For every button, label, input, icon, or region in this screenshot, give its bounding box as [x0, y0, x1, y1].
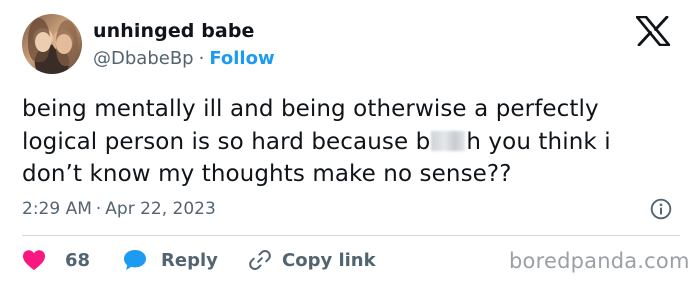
tweet-date: Apr 22, 2023: [105, 199, 216, 219]
author-display-name[interactable]: unhinged babe: [93, 20, 255, 42]
like-button[interactable]: 68: [22, 245, 90, 275]
divider: [22, 235, 680, 236]
tweet-timestamp[interactable]: 2:29 AM · Apr 22, 2023: [22, 199, 216, 219]
copy-link-label: Copy link: [282, 249, 376, 271]
follow-button[interactable]: Follow: [209, 48, 274, 69]
author-handle[interactable]: @DbabeBp: [93, 48, 194, 69]
info-icon[interactable]: [650, 198, 672, 220]
tweet-card: unhinged babe @DbabeBp · Follow being ment…: [0, 0, 700, 287]
tweet-line-1: being mentally ill and being otherwise a…: [22, 96, 599, 122]
tweet-line-2-after: h you think i: [466, 128, 611, 155]
tweet-line-2-before: logical person is so hard because b: [22, 128, 431, 155]
reply-bubble-icon: [124, 250, 146, 270]
heart-icon: [23, 250, 45, 270]
tweet-line-3: don’t know my thoughts make no sense??: [22, 161, 512, 187]
copy-link-button[interactable]: Copy link: [248, 245, 376, 275]
meta-separator: ·: [95, 199, 102, 219]
link-icon: [249, 249, 271, 271]
tweet-line-2: logical person is so hard because b h you…: [22, 126, 682, 159]
tweet-time: 2:29 AM: [22, 199, 92, 219]
watermark: boredpanda.com: [509, 249, 690, 273]
like-count: 68: [65, 249, 91, 271]
reply-label: Reply: [161, 249, 218, 271]
censor-blur: [431, 130, 466, 151]
author-handle-row: @DbabeBp · Follow: [93, 48, 275, 69]
x-logo-icon[interactable]: [636, 16, 670, 46]
separator-dot: ·: [198, 48, 205, 69]
avatar[interactable]: [22, 14, 82, 74]
reply-button[interactable]: Reply: [122, 245, 218, 275]
tweet-text: being mentally ill and being otherwise a…: [22, 93, 682, 191]
